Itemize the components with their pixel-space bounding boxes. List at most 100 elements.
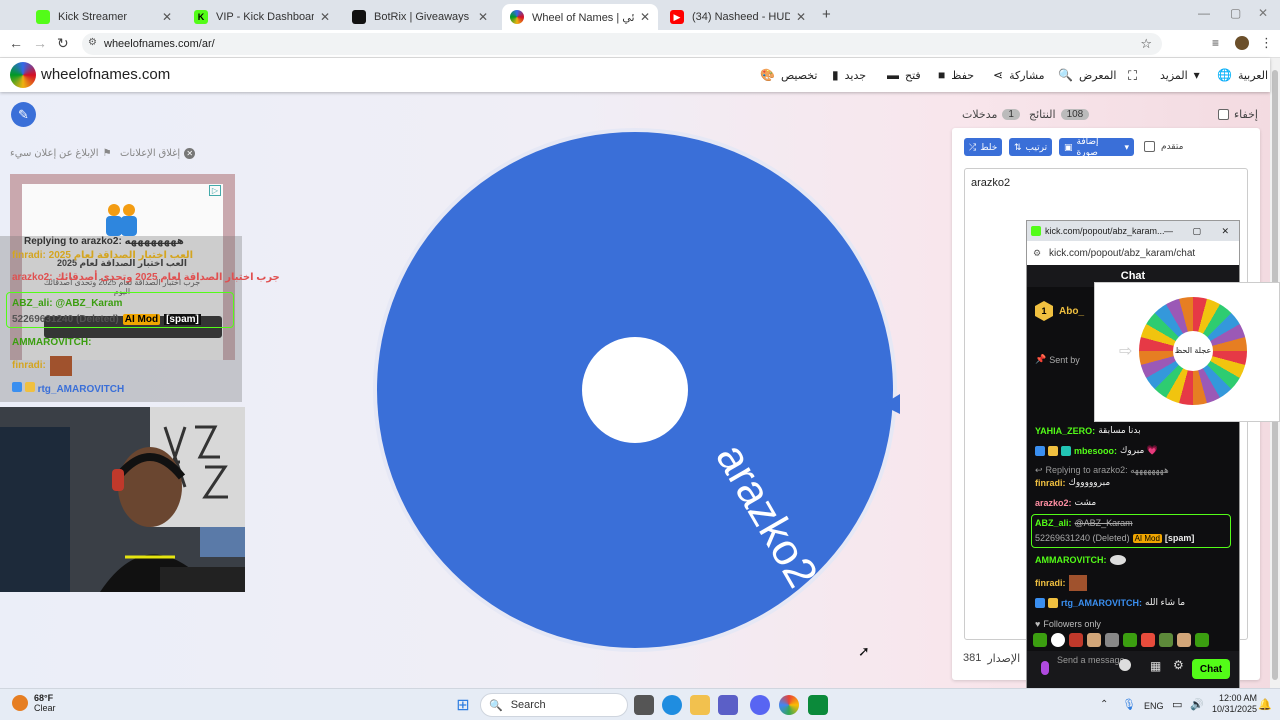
emote-icon[interactable] — [1051, 633, 1065, 647]
chat-username[interactable]: YAHIA_ZERO: — [1035, 426, 1095, 436]
webcam-image — [0, 407, 245, 592]
open-button[interactable]: ▬ فتح — [887, 68, 921, 82]
input-language[interactable]: ENG — [1144, 701, 1164, 711]
edge-browser-icon[interactable] — [662, 695, 682, 715]
file-explorer-icon[interactable] — [690, 695, 710, 715]
emote-icon[interactable] — [1159, 633, 1173, 647]
send-chat-button[interactable]: Chat — [1192, 659, 1230, 679]
close-tab-icon[interactable]: ✕ — [796, 10, 806, 24]
minimize-window-icon[interactable]: — — [1164, 226, 1173, 236]
back-arrow-icon[interactable]: ← — [9, 35, 23, 51]
tab-botrix-giveaways[interactable]: BotRix | Giveaways ✕ — [344, 4, 496, 30]
chat-username[interactable]: finradi: — [1035, 578, 1066, 588]
fullscreen-icon[interactable]: ⛶ — [1128, 68, 1137, 84]
adchoices-icon[interactable]: ▷ — [208, 185, 221, 196]
tab-results[interactable]: النتائج 108 — [1029, 108, 1090, 121]
new-tab-button[interactable]: + — [822, 6, 831, 23]
discord-icon[interactable] — [750, 695, 770, 715]
emote-icon[interactable] — [1105, 633, 1119, 647]
volume-icon[interactable]: 🔊 — [1190, 698, 1204, 711]
close-window-icon[interactable]: ✕ — [1221, 226, 1229, 237]
site-info-icon[interactable]: ⚙ — [1033, 248, 1041, 259]
emote-icon[interactable] — [1123, 633, 1137, 647]
maximize-window-icon[interactable]: ▢ — [1192, 226, 1201, 237]
chat-username[interactable]: arazko2: — [1035, 498, 1072, 508]
close-window-icon[interactable]: ✕ — [1258, 6, 1268, 20]
reply-arrow-icon: ↩ — [1035, 465, 1043, 475]
tab-youtube-nasheed[interactable]: ▶ (34) Nasheed - HUDDIMANA ( ✕ — [662, 4, 814, 30]
emote-icon[interactable] — [1195, 633, 1209, 647]
reload-icon[interactable]: ↻ — [57, 35, 69, 52]
name-wheel[interactable]: arazko2 — [370, 125, 918, 655]
maximize-window-icon[interactable]: ▢ — [1230, 6, 1241, 20]
chat-username[interactable]: finradi: — [1035, 478, 1066, 488]
site-logo-text[interactable]: wheelofnames.com — [41, 66, 170, 83]
site-info-icon[interactable]: ⚙ — [88, 37, 97, 48]
minimize-window-icon[interactable]: — — [1198, 6, 1210, 20]
sort-button[interactable]: ⇅ ترتيب — [1009, 138, 1053, 156]
gallery-button[interactable]: 🔍 المعرض — [1058, 68, 1116, 82]
tab-vip-dashboard[interactable]: K VIP - Kick Dashboard ✕ — [186, 4, 338, 30]
start-menu-icon[interactable]: ⊞ — [453, 695, 473, 715]
url-field[interactable]: ⚙ wheelofnames.com/ar/ ☆ — [82, 33, 1162, 55]
report-ad-link[interactable]: الإبلاغ عن إعلان سيء ⚑ — [10, 148, 112, 159]
pinned-gift-leader[interactable]: 1 Abo_ — [1035, 289, 1095, 333]
share-button[interactable]: ⋖ مشاركة — [993, 68, 1045, 82]
teams-icon[interactable] — [718, 695, 738, 715]
media-control-icon[interactable]: ≡ — [1212, 36, 1219, 50]
add-image-button[interactable]: ▣ إضافة صورة ▾ — [1059, 136, 1134, 157]
task-view-icon[interactable] — [634, 695, 654, 715]
microphone-icon[interactable] — [1041, 661, 1049, 675]
hide-toggle[interactable]: إخفاء — [1218, 108, 1258, 121]
advanced-checkbox[interactable] — [1144, 141, 1155, 152]
emote-icon[interactable] — [1069, 633, 1083, 647]
microphone-tray-icon[interactable]: 🎙 — [1122, 698, 1136, 711]
chat-username[interactable]: AMMAROVITCH: — [1035, 555, 1107, 565]
advanced-toggle[interactable]: متقدم — [1144, 141, 1183, 152]
customize-button[interactable]: 🎨 تخصيص — [760, 68, 817, 82]
wheel-center-hub[interactable] — [582, 337, 688, 443]
chat-message-input[interactable]: Send a message — [1057, 655, 1127, 666]
profile-avatar[interactable] — [1235, 36, 1249, 50]
hide-checkbox[interactable] — [1218, 109, 1229, 120]
kick-app-icon[interactable] — [808, 695, 828, 715]
tab-wheel-of-names[interactable]: Wheel of Names | عجلة الاسم العشوائي ✕ — [502, 4, 658, 30]
store-icon[interactable]: ▦ — [1150, 659, 1161, 673]
emote-icon[interactable] — [1141, 633, 1155, 647]
popout-url-bar[interactable]: ⚙ kick.com/popout/abz_karam/chat — [1027, 241, 1239, 265]
chat-username[interactable]: mbesooo: — [1074, 446, 1117, 456]
clock[interactable]: 12:00 AM 10/31/2025 — [1212, 693, 1257, 715]
forward-arrow-icon[interactable]: → — [33, 35, 47, 51]
close-ads-link[interactable]: إغلاق الإعلانات ✕ — [120, 148, 196, 159]
close-tab-icon[interactable]: ✕ — [640, 10, 650, 24]
chat-username[interactable]: rtg_AMAROVITCH: — [1061, 598, 1142, 608]
wheel-logo-icon[interactable] — [10, 62, 36, 88]
emoji-icon[interactable] — [1119, 659, 1131, 671]
shuffle-button[interactable]: ⤮ خلط — [964, 138, 1003, 156]
mini-wheel-popup[interactable]: ⇨ عجلة الحظ — [1094, 282, 1280, 422]
chrome-icon[interactable] — [779, 695, 799, 715]
weather-widget[interactable]: 68°F Clear — [12, 693, 56, 713]
tab-kick-streamer[interactable]: Kick Streamer ✕ — [28, 4, 180, 30]
settings-gear-icon[interactable]: ⚙ — [1173, 658, 1184, 672]
tray-chevron-up-icon[interactable]: ⌃ — [1100, 699, 1108, 710]
emote-icon[interactable] — [1087, 633, 1101, 647]
chat-username[interactable]: ABZ_ali: — [1035, 518, 1072, 528]
network-icon[interactable]: ▭ — [1172, 698, 1182, 711]
browser-menu-icon[interactable]: ⋮ — [1260, 35, 1273, 51]
edit-pencil-button[interactable]: ✎ — [11, 102, 36, 127]
close-tab-icon[interactable]: ✕ — [162, 10, 172, 24]
taskbar-search[interactable]: 🔍 Search — [480, 693, 628, 717]
tab-entries[interactable]: مدخلات 1 — [962, 108, 1020, 121]
close-tab-icon[interactable]: ✕ — [478, 10, 488, 24]
verified-badge-icon — [12, 382, 22, 392]
bookmark-star-icon[interactable]: ☆ — [1140, 36, 1152, 52]
language-selector[interactable]: 🌐 العربية — [1217, 68, 1268, 82]
emote-icon[interactable] — [1177, 633, 1191, 647]
more-dropdown[interactable]: المزيد ▾ — [1160, 68, 1200, 82]
save-button[interactable]: ■ حفظ — [938, 68, 974, 82]
notification-bell-icon[interactable]: 🔔 — [1258, 698, 1272, 711]
new-button[interactable]: ▮ جديد — [832, 68, 866, 82]
emote-icon[interactable] — [1033, 633, 1047, 647]
close-tab-icon[interactable]: ✕ — [320, 10, 330, 24]
